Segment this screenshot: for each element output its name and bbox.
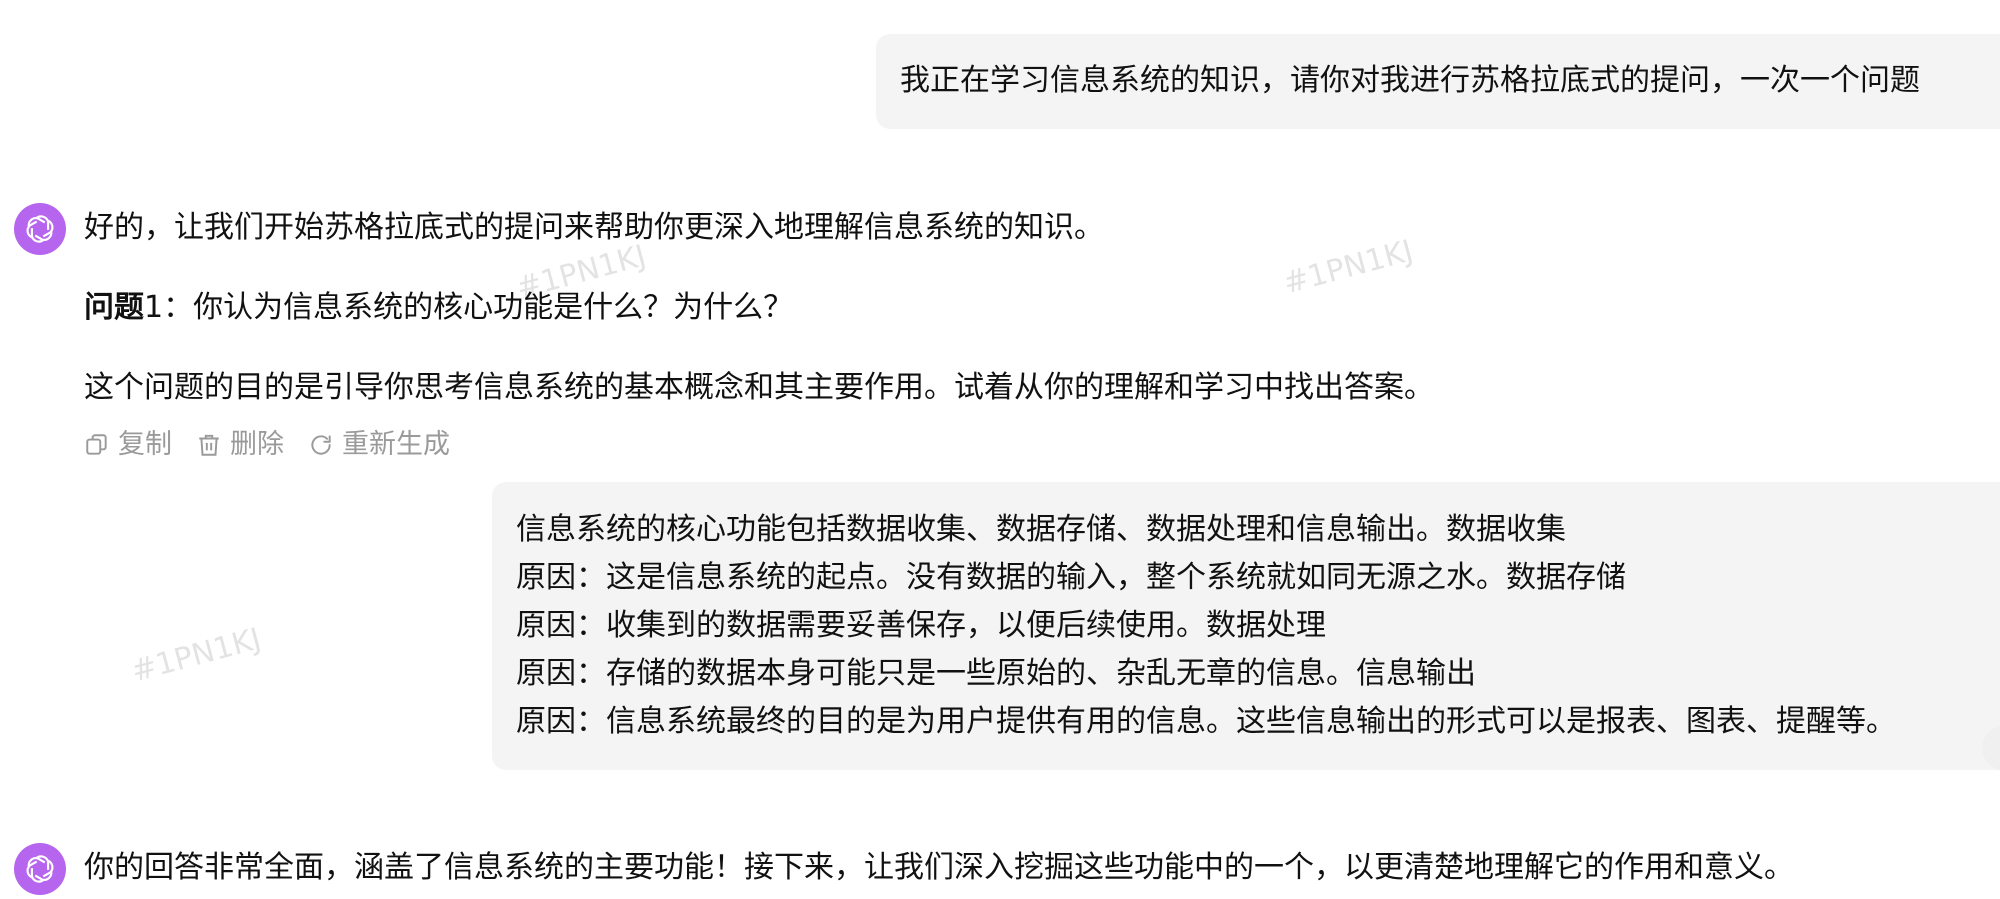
user-message-line: 原因：信息系统最终的目的是为用户提供有用的信息。这些信息输出的形式可以是报表、图… <box>516 704 1896 739</box>
delete-label: 删除 <box>230 429 284 460</box>
assistant-question: 问题1：你认为信息系统的核心功能是什么？为什么？ <box>84 288 793 328</box>
assistant-avatar <box>14 843 66 895</box>
question-text: 1：你认为信息系统的核心功能是什么？为什么？ <box>144 290 794 325</box>
trash-icon <box>199 434 219 456</box>
watermark: #1PN1KJ <box>1279 233 1417 302</box>
message-actions: 复制 删除 重新生成 <box>84 425 474 465</box>
user-message-line: 原因：存储的数据本身可能只是一些原始的、杂乱无章的信息。信息输出 <box>516 656 1476 691</box>
delete-button[interactable]: 删除 <box>196 425 284 465</box>
assistant-intro-text: 好的，让我们开始苏格拉底式的提问来帮助你更深入地理解信息系统的知识。 <box>84 210 1104 245</box>
user-message-bubble: 我正在学习信息系统的知识，请你对我进行苏格拉底式的提问，一次一个问题 <box>876 34 2000 129</box>
user-message-line: 原因：这是信息系统的起点。没有数据的输入，整个系统就如同无源之水。数据存储 <box>516 560 1626 595</box>
copy-label: 复制 <box>118 429 172 460</box>
user-message-bubble: 信息系统的核心功能包括数据收集、数据存储、数据处理和信息输出。数据收集 原因：这… <box>492 482 2000 770</box>
regenerate-button[interactable]: 重新生成 <box>308 425 450 465</box>
assistant-explanation-text: 这个问题的目的是引导你思考信息系统的基本概念和其主要作用。试着从你的理解和学习中… <box>84 370 1434 405</box>
user-message-line: 信息系统的核心功能包括数据收集、数据存储、数据处理和信息输出。数据收集 <box>516 512 1566 547</box>
regenerate-label: 重新生成 <box>342 429 450 460</box>
user-message-text: 我正在学习信息系统的知识，请你对我进行苏格拉底式的提问，一次一个问题 <box>900 63 1920 98</box>
assistant-response-text: 你的回答非常全面，涵盖了信息系统的主要功能！接下来，让我们深入挖掘这些功能中的一… <box>84 850 1794 885</box>
assistant-avatar <box>14 203 66 255</box>
watermark: #1PN1KJ <box>127 621 265 690</box>
question-label: 问题 <box>84 290 144 325</box>
copy-button[interactable]: 复制 <box>84 425 172 465</box>
openai-logo-icon <box>26 215 54 243</box>
openai-logo-icon <box>26 855 54 883</box>
user-message-line: 原因：收集到的数据需要妥善保存，以便后续使用。数据处理 <box>516 608 1326 643</box>
refresh-icon <box>311 435 331 455</box>
copy-icon <box>86 434 107 455</box>
chat-page: #1PN1KJ #1PN1KJ #1PN1KJ #1PN1KJ #1PN1KJ … <box>0 0 2000 899</box>
